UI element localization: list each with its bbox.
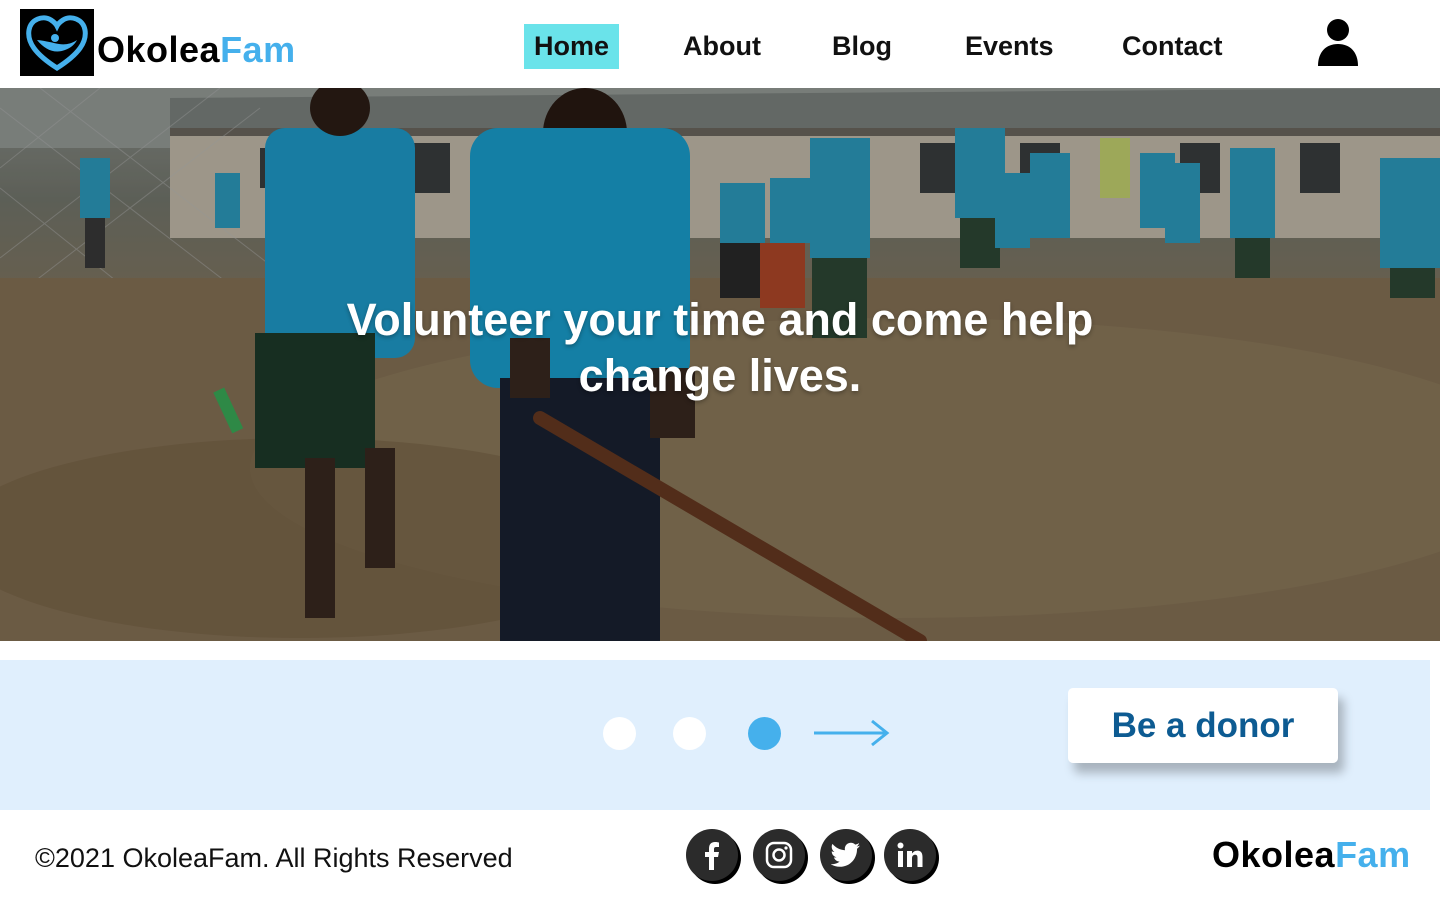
- arrow-right-icon[interactable]: [812, 718, 892, 748]
- hero-title: Volunteer your time and come help change…: [346, 294, 1094, 401]
- slide-dot-2[interactable]: [673, 717, 706, 750]
- facebook-icon[interactable]: [686, 829, 738, 881]
- user-icon[interactable]: [1316, 18, 1360, 66]
- nav-item-events[interactable]: Events: [955, 24, 1064, 69]
- copyright-text: ©2021 OkoleaFam. All Rights Reserved: [35, 843, 513, 873]
- hero-banner: Volunteer your time and come help change…: [0, 88, 1440, 641]
- slider-band: Be a donor: [0, 660, 1430, 810]
- slide-dot-3[interactable]: [748, 717, 781, 750]
- linkedin-icon[interactable]: [884, 829, 936, 881]
- nav-item-blog[interactable]: Blog: [822, 24, 902, 69]
- be-a-donor-button[interactable]: Be a donor: [1068, 688, 1338, 763]
- footer-logo-part2: Fam: [1335, 834, 1411, 875]
- main-nav: Home About Blog Events Contact: [0, 24, 1440, 69]
- site-footer: ©2021 OkoleaFam. All Rights Reserved Oko…: [0, 810, 1440, 900]
- twitter-icon[interactable]: [820, 829, 872, 881]
- nav-item-contact[interactable]: Contact: [1112, 24, 1233, 69]
- nav-item-about[interactable]: About: [673, 24, 771, 69]
- footer-logo-part1: Okolea: [1212, 834, 1336, 875]
- instagram-icon[interactable]: [753, 829, 805, 881]
- nav-item-home[interactable]: Home: [524, 24, 620, 69]
- slide-dot-1[interactable]: [603, 717, 636, 750]
- footer-logo[interactable]: OkoleaFam: [1212, 834, 1411, 876]
- site-header: OkoleaFam Home About Blog Events Contact: [0, 0, 1440, 88]
